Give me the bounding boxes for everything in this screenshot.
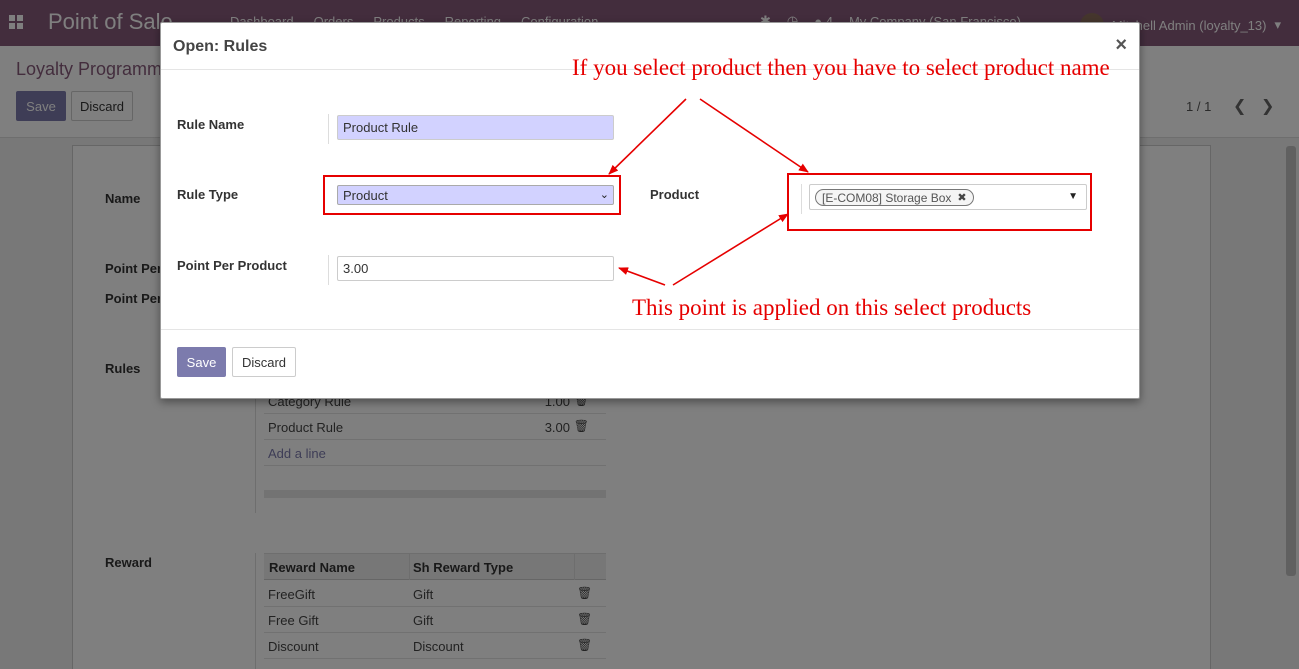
rule-name-input[interactable] [337, 115, 614, 140]
rule-name-label: Rule Name [177, 117, 245, 132]
dialog-title: Open: Rules [173, 38, 268, 55]
rule-type-label: Rule Type [177, 187, 239, 202]
rule-type-highlight-box [323, 175, 621, 215]
point-per-product-label: Point Per Product [177, 258, 287, 273]
product-label: Product [650, 187, 700, 202]
product-highlight-box [787, 173, 1092, 231]
dialog-discard-button[interactable]: Discard [232, 347, 296, 377]
close-icon[interactable]: × [1115, 34, 1127, 57]
field-separator [328, 114, 329, 144]
field-separator [328, 255, 329, 285]
dialog-footer: Save Discard [161, 329, 1139, 399]
annotation-top: If you select product then you have to s… [572, 55, 1110, 80]
point-per-product-input[interactable] [337, 256, 614, 281]
annotation-bottom: This point is applied on this select pro… [632, 295, 1032, 320]
dialog-save-button[interactable]: Save [177, 347, 226, 377]
